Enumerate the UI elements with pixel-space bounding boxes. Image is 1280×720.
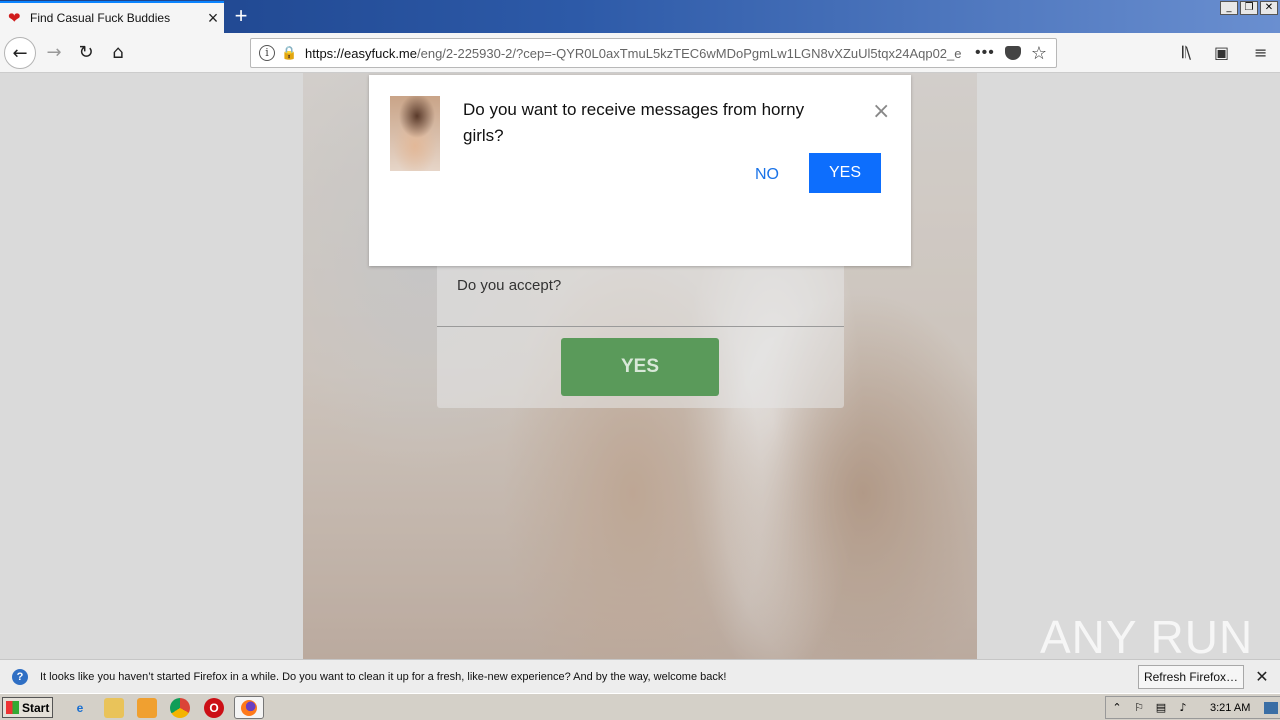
clock: 3:21 AM [1210,701,1251,714]
page-content: Do you accept? YES Do you want to receiv… [0,73,1280,659]
show-desktop-icon[interactable] [1264,701,1279,714]
ie-icon[interactable]: e [70,698,90,718]
nav-bar: ← → ↻ ⌂ i 🔒 https://easyfuck.me/eng/2-22… [0,33,1280,73]
notification-bar: ? It looks like you haven’t started Fire… [0,659,1280,693]
firefox-icon[interactable] [234,696,264,719]
url-bar[interactable]: i 🔒 https://easyfuck.me/eng/2-225930-2/?… [250,38,1057,68]
tray-expand-icon[interactable]: ⌃ [1106,701,1128,714]
start-button[interactable]: Start [2,697,53,718]
chrome-icon[interactable] [170,698,190,718]
star-icon[interactable]: ☆ [1031,43,1047,64]
taskbar: Start e O ⌃ ⚐ ▤ ♪ 3:21 AM [0,693,1280,720]
no-button[interactable]: NO [745,155,789,195]
url-path: /eng/2-225930-2/?cep=-QYR0L0axTmuL5kzTEC… [417,45,962,61]
back-icon[interactable]: ← [4,37,36,69]
refresh-firefox-button[interactable]: Refresh Firefox… [1137,664,1244,689]
consent-question: Do you accept? [457,277,562,294]
flag-icon[interactable]: ⚐ [1128,701,1150,714]
window-controls: _ ❐ ✕ [1220,1,1278,15]
start-flag-icon [6,701,19,714]
window-close-button[interactable]: ✕ [1260,1,1278,15]
start-label: Start [22,700,50,715]
profile-thumbnail [390,96,440,171]
url-text[interactable]: https://easyfuck.me/eng/2-225930-2/?cep=… [305,46,965,61]
sidebar-icon[interactable]: ▣ [1214,43,1229,62]
menu-icon[interactable]: ≡ [1254,43,1267,62]
network-icon[interactable]: ▤ [1150,701,1172,714]
tab-active[interactable]: ❤ Find Casual Fuck Buddies × [0,1,224,33]
info-icon[interactable]: i [259,45,275,61]
notification-text: It looks like you haven’t started Firefo… [40,670,727,683]
library-icon[interactable]: 𝄃\ [1182,43,1191,63]
yes-button[interactable]: YES [809,153,881,193]
forward-icon[interactable]: → [38,37,70,69]
tab-title: Find Casual Fuck Buddies [30,11,171,25]
url-host: https://easyfuck.me [305,45,417,61]
volume-icon[interactable]: ♪ [1172,701,1194,714]
media-icon[interactable] [137,698,157,718]
dialog-message: Do you want to receive messages from hor… [463,100,805,145]
reload-icon[interactable]: ↻ [70,37,102,69]
folder-icon[interactable] [104,698,124,718]
plus-icon[interactable]: + [228,4,254,28]
pocket-icon[interactable] [1004,46,1021,60]
watermark: ANY RUN [1040,611,1254,659]
dialog-close-icon[interactable]: × [872,99,890,124]
notification-close-icon[interactable]: ✕ [1244,667,1280,686]
restore-button[interactable]: ❐ [1240,1,1258,15]
opera-icon[interactable]: O [204,698,224,718]
help-icon: ? [12,668,28,685]
notification-permission-dialog: Do you want to receive messages from hor… [369,75,911,266]
home-icon[interactable]: ⌂ [102,37,134,69]
heart-icon: ❤ [8,10,21,27]
close-icon[interactable]: × [202,8,224,29]
divider [437,326,844,327]
tab-bar: ❤ Find Casual Fuck Buddies × + _ ❐ ✕ [0,0,1280,33]
consent-yes-button[interactable]: YES [561,338,719,396]
minimize-button[interactable]: _ [1220,1,1238,15]
system-tray: ⌃ ⚐ ▤ ♪ 3:21 AM [1105,696,1280,719]
more-icon[interactable]: ••• [975,44,995,62]
lock-icon[interactable]: 🔒 [281,45,297,61]
